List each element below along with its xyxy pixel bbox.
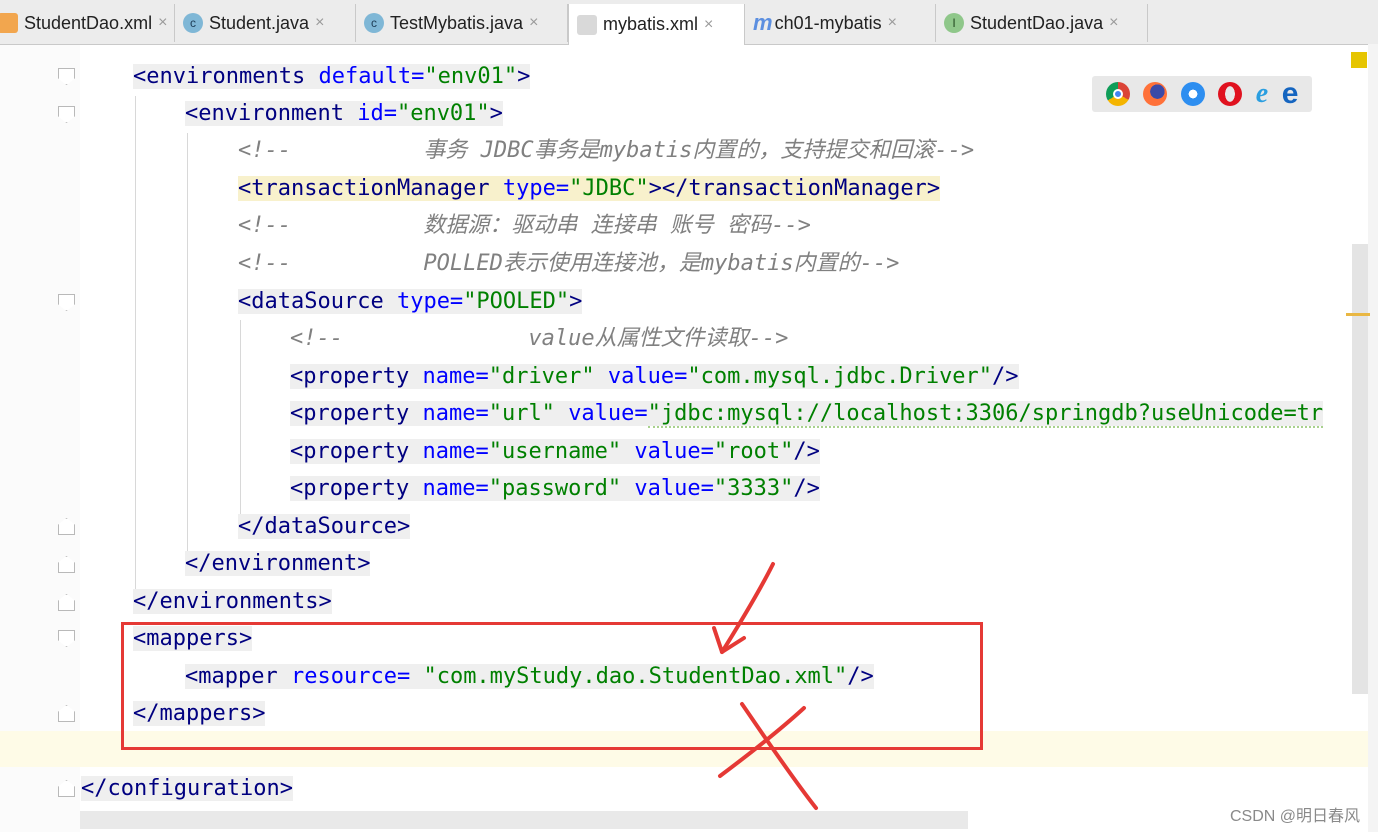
- close-icon[interactable]: ×: [888, 14, 897, 32]
- inspection-status-icon[interactable]: [1351, 52, 1367, 68]
- tab-label: mybatis.xml: [603, 14, 699, 34]
- tab-testmybatis-java[interactable]: c TestMybatis.java ×: [356, 4, 568, 42]
- code-line[interactable]: <environment id="env01">: [185, 96, 503, 132]
- tab-label: ch01-mybatis: [774, 12, 882, 33]
- chrome-icon[interactable]: [1105, 82, 1130, 106]
- code-line[interactable]: </configuration>: [81, 771, 293, 807]
- close-icon[interactable]: ×: [315, 14, 324, 32]
- close-icon[interactable]: ×: [529, 14, 538, 32]
- indent-guide: [135, 96, 136, 596]
- code-comment[interactable]: <!-- value从属性文件读取-->: [290, 321, 788, 357]
- xml-file-icon: [577, 14, 597, 35]
- code-line[interactable]: <property name="driver" value="com.mysql…: [290, 359, 1019, 395]
- code-line[interactable]: </environment>: [185, 546, 371, 582]
- code-line[interactable]: <property name="username" value="root"/>: [290, 434, 820, 470]
- class-icon: c: [364, 13, 384, 33]
- class-icon: c: [183, 13, 203, 33]
- tab-label: StudentDao.java: [970, 12, 1104, 33]
- interface-icon: I: [944, 13, 964, 33]
- code-line[interactable]: <dataSource type="POOLED">: [238, 284, 583, 320]
- horizontal-scrollbar-thumb[interactable]: [80, 811, 968, 829]
- code-line[interactable]: <property name="password" value="3333"/>: [290, 471, 820, 507]
- vertical-scrollbar-thumb[interactable]: [1352, 244, 1368, 694]
- warning-marker[interactable]: [1346, 313, 1370, 316]
- safari-icon[interactable]: [1180, 82, 1205, 106]
- watermark: CSDN @明日春风: [1229, 808, 1360, 825]
- code-comment[interactable]: <!-- POLLED表示使用连接池，是mybatis内置的-->: [238, 246, 899, 282]
- tab-studentdao-java[interactable]: I StudentDao.java ×: [936, 4, 1148, 42]
- tab-ch01-mybatis[interactable]: m ch01-mybatis ×: [745, 4, 936, 42]
- indent-guide: [187, 133, 188, 558]
- indent-guide: [240, 320, 241, 520]
- code-comment[interactable]: <!-- 事务 JDBC事务是mybatis内置的，支持提交和回滚-->: [238, 133, 974, 169]
- tab-student-java[interactable]: c Student.java ×: [175, 4, 356, 42]
- code-line[interactable]: </environments>: [133, 584, 332, 620]
- code-line[interactable]: <environments default="env01">: [133, 59, 531, 95]
- browser-preview-bar: e e: [1092, 76, 1312, 112]
- code-line[interactable]: <property name="url" value="jdbc:mysql:/…: [290, 396, 1324, 432]
- annotation-highlight-box: [121, 622, 983, 750]
- code-line[interactable]: </dataSource>: [238, 509, 411, 545]
- opera-icon[interactable]: [1218, 82, 1243, 106]
- tab-label: Student.java: [209, 12, 310, 33]
- close-icon[interactable]: ×: [1109, 14, 1118, 32]
- code-line[interactable]: <transactionManager type="JDBC"></transa…: [238, 171, 941, 207]
- maven-module-icon: m: [753, 10, 773, 35]
- firefox-icon[interactable]: [1143, 82, 1168, 106]
- tab-studentdao-xml[interactable]: StudentDao.xml ×: [0, 4, 175, 42]
- tab-label: TestMybatis.java: [390, 12, 524, 33]
- close-icon[interactable]: ×: [158, 14, 167, 32]
- tab-mybatis-xml[interactable]: mybatis.xml ×: [568, 4, 745, 45]
- edge-icon[interactable]: e: [1282, 79, 1299, 109]
- xml-file-icon: [0, 13, 18, 33]
- tab-label: StudentDao.xml: [24, 12, 153, 33]
- editor-tab-bar: StudentDao.xml × c Student.java × c Test…: [0, 0, 1378, 45]
- code-comment[interactable]: <!-- 数据源：驱动串 连接串 账号 密码-->: [238, 208, 811, 244]
- error-stripe: [1368, 44, 1378, 832]
- ie-icon[interactable]: e: [1256, 80, 1268, 108]
- close-icon[interactable]: ×: [704, 16, 713, 34]
